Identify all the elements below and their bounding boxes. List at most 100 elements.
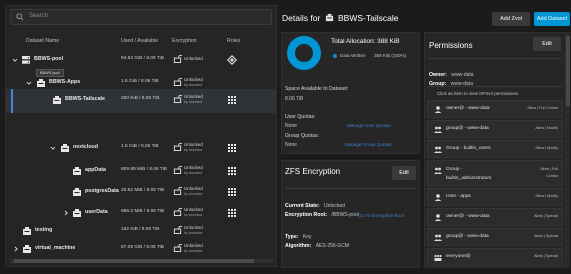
pool-icon: [22, 56, 30, 64]
group-quotas-label: Group Quotas:: [285, 133, 320, 139]
unlock-icon: [173, 225, 182, 234]
dataset-used: 94.53 GiB / 8.06 TiB: [121, 56, 164, 61]
manage-user-quotas-link[interactable]: Manage User Quotas: [347, 123, 391, 128]
dataset-used: 45.82 MiB / 8.06 TiB: [121, 188, 165, 193]
dataset-name: virtual_machine: [35, 245, 76, 251]
dataset-icon: [61, 144, 69, 152]
allocation-donut-chart: [287, 36, 321, 70]
acl-entry[interactable]: User - apps Allow | Modify: [427, 188, 563, 206]
chevron-down-icon[interactable]: [50, 145, 56, 151]
table-row-selected[interactable]: BBWS-Tailscale 350 KiB / 8.06 TiB Unlock…: [6, 89, 276, 113]
permissions-title: Permissions: [429, 41, 473, 50]
group-icon: [434, 126, 442, 133]
table-row[interactable]: nextcloud 1.6 GiB / 8.06 TiB Unlocked by…: [6, 137, 276, 161]
dataset-name: BBWS-Apps: [49, 79, 81, 85]
dataset-name: testing: [35, 227, 53, 233]
acl-entry[interactable]: owner@ - www-data Allow | Full Control: [427, 100, 563, 118]
dataset-icon: [23, 227, 31, 235]
col-header-name[interactable]: Dataset Name: [26, 38, 59, 44]
user-icon: [434, 214, 442, 221]
horizontal-scrollbar[interactable]: [10, 259, 274, 263]
dataset-used: 1.6 GiB / 8.06 TiB: [121, 79, 159, 84]
scrollbar-thumb[interactable]: [14, 259, 254, 263]
group-icon: [434, 234, 442, 241]
group-icon: [434, 146, 442, 153]
manage-group-quotas-link[interactable]: Manage Group Quotas: [345, 142, 392, 147]
dataset-icon: [37, 79, 45, 87]
dataset-icon: [73, 167, 81, 175]
chevron-down-icon[interactable]: [26, 80, 32, 86]
acl-entry[interactable]: Group - builtin_users Allow | Modify: [427, 140, 563, 158]
chevron-down-icon[interactable]: [12, 57, 18, 63]
apps-grid-icon: [228, 96, 236, 104]
search-placeholder: Search: [29, 13, 49, 19]
acl-entry[interactable]: everyone@ Allow | Special: [427, 248, 563, 266]
search-input[interactable]: Search: [10, 9, 272, 25]
encryption-root: Encryption Root: /BBWS-pool: [285, 212, 359, 218]
zfs-encryption-title: ZFS Encryption: [285, 167, 341, 176]
dataset-icon: [73, 188, 81, 196]
page-title: Details for BBWS-Tailscale: [282, 13, 399, 23]
dataset-name: nextcloud: [73, 144, 99, 150]
legend-swatch: [333, 54, 337, 58]
user-quotas-label: User Quotas:: [285, 114, 316, 120]
go-to-encryption-root-link[interactable]: Go To Encryption Root: [358, 213, 404, 218]
col-header-encryption[interactable]: Encryption: [172, 38, 197, 44]
dataset-icon: [23, 245, 31, 253]
allocation-title: Total Allocation: 388 KiB: [331, 38, 400, 45]
scrollbar-thumb[interactable]: [566, 36, 570, 106]
search-icon: [16, 13, 24, 21]
vertical-scrollbar[interactable]: [566, 32, 570, 268]
apps-grid-icon: [228, 167, 236, 175]
unlock-icon: [173, 165, 182, 174]
encryption-algorithm: Algorithm: AES-256-GCM: [285, 243, 350, 249]
acl-entry[interactable]: owner@ - www-data Allow | Special: [427, 208, 563, 226]
apps-grid-icon: [228, 188, 236, 196]
space-available-value: 8.06 TiB: [285, 96, 304, 102]
zfs-edit-button[interactable]: Edit: [392, 166, 416, 180]
dataset-used: 350 KiB / 8.06 TiB: [121, 96, 160, 101]
legend-label: Data Written: [340, 53, 366, 58]
selection-indicator: [11, 89, 13, 113]
apps-grid-icon: [228, 209, 236, 217]
dataset-name: BBWS-pool: [34, 56, 64, 62]
dataset-used: 1.6 GiB / 8.06 TiB: [121, 144, 159, 149]
acl-entry[interactable]: group@ - www-data Allow | Special: [427, 228, 563, 246]
unlock-icon: [173, 77, 182, 86]
legend-value: 388 KiB (100%): [374, 53, 407, 58]
divider: [428, 86, 562, 87]
space-available-label: Space Available to Dataset:: [285, 86, 349, 92]
unlock-icon: [173, 243, 182, 252]
chevron-right-icon[interactable]: [13, 246, 19, 252]
everyone-icon: [434, 254, 442, 261]
dataset-name: appData: [85, 167, 106, 173]
unlock-icon: [173, 207, 182, 216]
user-icon: [434, 106, 442, 113]
dataset-icon: [325, 13, 333, 22]
unlock-icon: [173, 142, 182, 151]
chevron-right-icon[interactable]: [63, 210, 69, 216]
user-icon: [434, 194, 442, 201]
dataset-name: userData: [85, 209, 108, 215]
col-header-used[interactable]: Used / Available: [121, 38, 158, 44]
col-header-roles[interactable]: Roles: [227, 38, 240, 44]
dataset-used: 192 KiB / 8.06 TiB: [121, 227, 160, 232]
acl-entry[interactable]: Group - builtin_administrators Allow | F…: [427, 160, 563, 186]
dataset-used: 87.09 GiB / 8.06 TiB: [121, 245, 164, 250]
unlock-icon: [173, 54, 182, 63]
unlock-icon: [173, 186, 182, 195]
dataset-roles-icon: [227, 55, 237, 65]
add-dataset-button[interactable]: Add Dataset: [534, 12, 570, 26]
acl-entry[interactable]: group@ - www-data Allow | Modify: [427, 120, 563, 138]
dataset-used: 609.89 MiB / 8.06 TiB: [121, 167, 167, 172]
divider: [285, 188, 416, 189]
dataset-icon: [53, 96, 61, 104]
permissions-edit-button[interactable]: Edit: [533, 37, 561, 51]
apps-grid-icon: [228, 144, 236, 152]
unlock-icon: [173, 94, 182, 103]
permissions-hint: Click an item to view NFSv4 permissions: [437, 91, 519, 96]
group-quotas-value: None: [285, 142, 297, 148]
dataset-icon: [73, 209, 81, 217]
add-zvol-button[interactable]: Add Zvol: [492, 12, 530, 26]
user-quotas-value: None: [285, 123, 297, 129]
